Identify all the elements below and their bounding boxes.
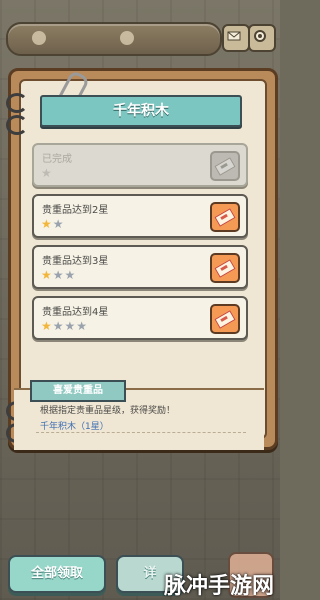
star-rating: ★★★ bbox=[41, 268, 76, 282]
resource-icon bbox=[32, 31, 46, 45]
quest-label: 贵重品达到2星 bbox=[42, 205, 109, 216]
info-tag: 喜爱贵重品 bbox=[30, 380, 126, 402]
ticket-icon bbox=[214, 208, 236, 227]
info-description: 根据指定贵重品星级，获得奖励！ bbox=[40, 406, 176, 416]
star-icon: ★ bbox=[41, 268, 53, 282]
star-rating: ★★ bbox=[41, 217, 65, 231]
mail-button[interactable] bbox=[222, 24, 250, 52]
quest-label: 已完成 bbox=[42, 154, 72, 165]
ticket-icon bbox=[214, 310, 236, 329]
quest-label: 贵重品达到3星 bbox=[42, 256, 109, 267]
star-icon: ★ bbox=[76, 319, 89, 333]
divider bbox=[36, 432, 246, 433]
star-icon: ★ bbox=[52, 217, 65, 231]
quest-row[interactable]: 贵重品达到2星 ★★ bbox=[32, 194, 248, 238]
quest-row[interactable]: 贵重品达到4星 ★★★★ bbox=[32, 296, 248, 340]
resource-bar bbox=[6, 22, 222, 56]
ticket-icon bbox=[214, 259, 236, 278]
star-icon: ★ bbox=[52, 319, 65, 333]
ticket-icon bbox=[214, 157, 236, 176]
star-rating: ★★★★ bbox=[41, 319, 88, 333]
page-title: 千年积木 bbox=[113, 103, 169, 119]
star-icon: ★ bbox=[41, 319, 53, 333]
star-icon: ★ bbox=[64, 268, 77, 282]
ticket-reward-button[interactable] bbox=[210, 202, 240, 232]
binder-ring bbox=[6, 115, 28, 135]
ticket-reward-button[interactable] bbox=[210, 253, 240, 283]
star-icon: ★ bbox=[52, 268, 65, 282]
quest-row[interactable]: 已完成 ★ bbox=[32, 143, 248, 187]
star-rating: ★ bbox=[41, 166, 53, 180]
ticket-reward-button[interactable] bbox=[210, 304, 240, 334]
star-icon: ★ bbox=[64, 319, 77, 333]
binder-ring bbox=[6, 93, 28, 113]
gear-icon bbox=[254, 30, 266, 42]
quest-row[interactable]: 贵重品达到3星 ★★★ bbox=[32, 245, 248, 289]
claim-all-button[interactable]: 全部领取 bbox=[8, 555, 106, 593]
title-ribbon: 千年积木 bbox=[40, 95, 242, 127]
star-icon: ★ bbox=[41, 166, 53, 180]
settings-button[interactable] bbox=[248, 24, 276, 52]
star-icon: ★ bbox=[41, 217, 53, 231]
watermark: 脉冲手游网 bbox=[163, 574, 274, 599]
ticket-reward-button[interactable] bbox=[210, 151, 240, 181]
quest-label: 贵重品达到4星 bbox=[42, 307, 109, 318]
mail-icon bbox=[227, 31, 241, 41]
resource-icon bbox=[120, 31, 134, 45]
info-item-link[interactable]: 千年积木（1星） bbox=[40, 419, 109, 432]
